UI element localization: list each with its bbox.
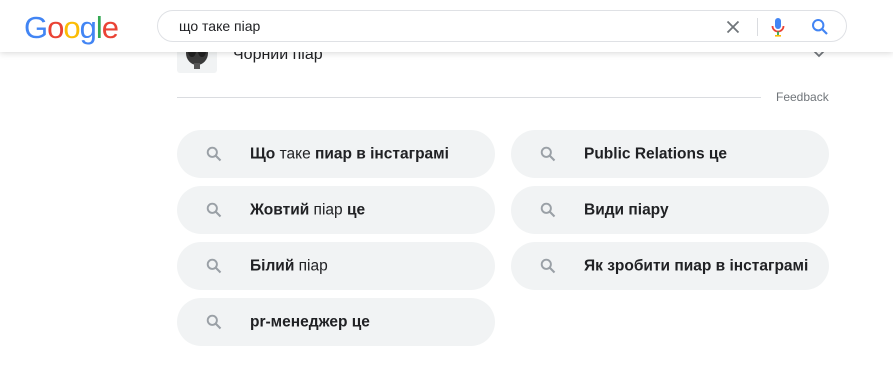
search-icon xyxy=(540,258,556,274)
search-icon xyxy=(540,146,556,162)
chip-label: Жовтий піар це xyxy=(250,202,475,219)
chip-text-part: Види піару xyxy=(584,201,669,219)
close-icon[interactable] xyxy=(724,18,742,36)
related-search-chip[interactable]: Public Relations це xyxy=(511,130,829,178)
related-search-chip[interactable]: Види піару xyxy=(511,186,829,234)
logo-letter: G xyxy=(24,10,48,45)
related-search-chip[interactable]: Що таке пиар в інстаграмі xyxy=(177,130,495,178)
chip-text-part: піар xyxy=(294,257,328,275)
google-logo[interactable]: Google xyxy=(24,10,119,46)
logo-letter: e xyxy=(101,10,119,45)
search-icon xyxy=(206,146,222,162)
chip-text-part: піар xyxy=(309,201,347,219)
search-icon xyxy=(206,202,222,218)
divider-line xyxy=(177,97,761,98)
search-input[interactable] xyxy=(179,15,699,37)
related-search-chip[interactable]: pr-менеджер це xyxy=(177,298,495,346)
logo-letter: o xyxy=(63,10,80,45)
related-search-chip[interactable]: Білий піар xyxy=(177,242,495,290)
search-box xyxy=(157,10,847,42)
chip-text-part: таке xyxy=(275,145,315,163)
chip-text-part: Public Relations це xyxy=(584,145,728,163)
logo-letter: o xyxy=(47,10,64,45)
chip-label: Як зробити пиар в інстаграмі xyxy=(584,258,809,275)
chip-text-part: пиар в інстаграмі xyxy=(315,145,449,163)
chip-label: Види піару xyxy=(584,202,809,219)
chip-text-part: Жовтий xyxy=(250,201,310,219)
chip-text-part: Що xyxy=(250,145,276,163)
chip-label: pr-менеджер це xyxy=(250,314,475,331)
chip-text-part: Як зробити пиар в інстаграмі xyxy=(584,257,809,275)
chip-label: Public Relations це xyxy=(584,146,809,163)
chip-text-part: це xyxy=(346,201,366,219)
top-header: Google xyxy=(0,0,893,52)
search-icon[interactable] xyxy=(811,18,829,36)
chip-text-part: pr-менеджер це xyxy=(250,313,370,331)
search-divider xyxy=(757,18,758,36)
search-icon xyxy=(540,202,556,218)
logo-letter: g xyxy=(79,10,97,45)
feedback-link[interactable]: Feedback xyxy=(776,90,829,104)
related-search-chip[interactable]: Як зробити пиар в інстаграмі xyxy=(511,242,829,290)
search-icon xyxy=(206,314,222,330)
related-search-chip[interactable]: Жовтий піар це xyxy=(177,186,495,234)
mic-icon[interactable] xyxy=(770,17,786,37)
search-icon xyxy=(206,258,222,274)
chip-text-part: Білий xyxy=(250,257,295,275)
chip-label: Білий піар xyxy=(250,258,475,275)
chip-label: Що таке пиар в інстаграмі xyxy=(250,146,475,163)
